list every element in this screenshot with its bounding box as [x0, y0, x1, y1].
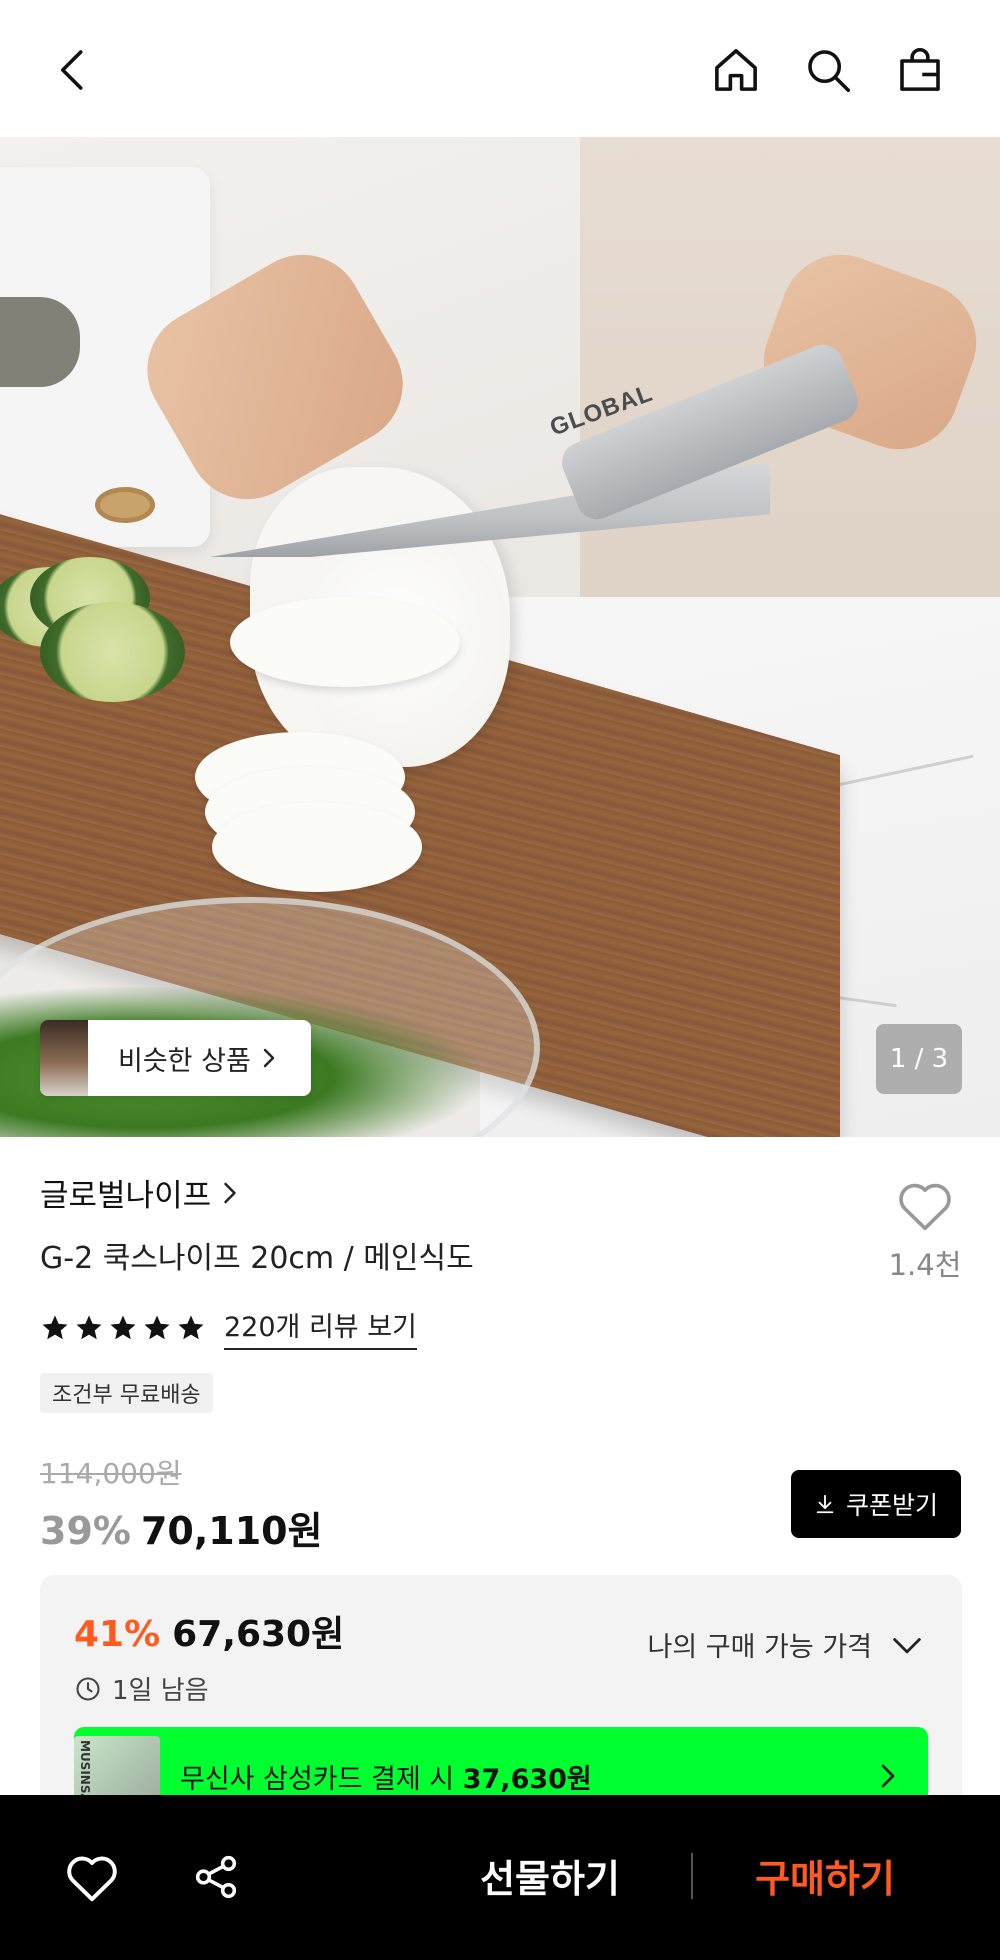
shipping-badge: 조건부 무료배송	[40, 1373, 213, 1413]
star-rating	[40, 1313, 206, 1343]
chevron-right-icon	[881, 1764, 895, 1788]
chevron-down-icon	[893, 1637, 921, 1653]
card-image-text: MUSINSA	[78, 1740, 92, 1803]
like-count: 1.4천	[888, 1248, 962, 1282]
search-icon	[808, 50, 851, 93]
like-button[interactable]: 1.4천	[880, 1178, 970, 1284]
chevron-right-icon	[263, 1048, 274, 1068]
brand-name: 글로벌나이프	[40, 1178, 212, 1214]
share-icon	[195, 1855, 237, 1899]
cart-button[interactable]	[890, 40, 950, 100]
sale-price-row: 39% 70,110원	[40, 1500, 323, 1555]
heart-icon	[67, 1856, 117, 1902]
chevron-right-icon	[224, 1182, 236, 1203]
card-price: 37,630원	[462, 1763, 592, 1795]
star-icon	[42, 1315, 68, 1339]
discount-percent: 39%	[40, 1509, 131, 1553]
similar-products-button[interactable]: 비슷한 상품	[40, 1020, 311, 1096]
home-icon	[715, 49, 757, 91]
coupon-button[interactable]: 쿠폰받기	[791, 1470, 961, 1538]
download-icon	[816, 1494, 834, 1514]
home-button[interactable]	[706, 40, 766, 100]
time-remaining: 1일 남음	[74, 1670, 209, 1707]
back-button[interactable]	[44, 40, 104, 100]
star-icon	[76, 1315, 102, 1339]
clock-icon	[76, 1676, 100, 1701]
review-link[interactable]: 220개 리뷰 보기	[224, 1305, 417, 1350]
my-price-label: 나의 구매 가능 가격	[647, 1632, 872, 1663]
product-title: G-2 쿡스나이프 20cm / 메인식도	[40, 1241, 474, 1276]
top-navigation-bar	[0, 0, 1000, 137]
bottom-like-button[interactable]	[62, 1847, 122, 1907]
chevron-left-icon	[60, 50, 83, 90]
my-price-toggle[interactable]: 나의 구매 가능 가격	[648, 1625, 924, 1664]
star-icon	[178, 1315, 204, 1339]
coupon-label: 쿠폰받기	[845, 1491, 938, 1520]
image-page-counter: 1 / 3	[876, 1024, 962, 1094]
tray-vegetables	[0, 297, 80, 387]
buy-button[interactable]: 구매하기	[715, 1835, 935, 1915]
brand-link[interactable]: 글로벌나이프	[40, 1170, 239, 1215]
star-icon	[144, 1315, 170, 1339]
sale-price: 70,110원	[140, 1509, 323, 1553]
card-promotion-text: 무신사 삼성카드 결제 시 37,630원	[180, 1757, 878, 1796]
best-price-panel: 41% 67,630원 1일 남음 나의 구매 가능 가격 MUSINSA 무신…	[40, 1575, 962, 1825]
share-button[interactable]	[186, 1847, 246, 1907]
shopping-bag-icon	[900, 48, 940, 91]
card-prefix: 무신사 삼성카드 결제 시	[180, 1763, 463, 1795]
similar-products-text: 비슷한 상품	[118, 1045, 251, 1077]
gift-button[interactable]: 선물하기	[440, 1835, 660, 1915]
search-button[interactable]	[798, 40, 858, 100]
best-price-row: 41% 67,630원	[74, 1605, 344, 1657]
star-icon	[110, 1315, 136, 1339]
best-discount-percent: 41%	[74, 1614, 161, 1655]
product-image-gallery[interactable]: GLOBAL	[0, 137, 1000, 1137]
radish-slice	[212, 802, 422, 892]
bottom-divider	[691, 1853, 693, 1899]
similar-thumbnail	[40, 1020, 88, 1096]
original-price: 114,000원	[40, 1457, 182, 1490]
bottom-action-bar: 선물하기 구매하기	[0, 1795, 1000, 1960]
remaining-text: 1일 남음	[112, 1676, 209, 1706]
board-brass-hole	[95, 487, 155, 523]
zucchini-slice	[40, 602, 185, 702]
heart-icon	[899, 1183, 951, 1231]
best-price: 67,630원	[172, 1614, 345, 1655]
radish-slice-top	[230, 597, 460, 687]
similar-products-label: 비슷한 상품	[88, 1020, 311, 1096]
rating-row: 220개 리뷰 보기	[40, 1305, 417, 1350]
